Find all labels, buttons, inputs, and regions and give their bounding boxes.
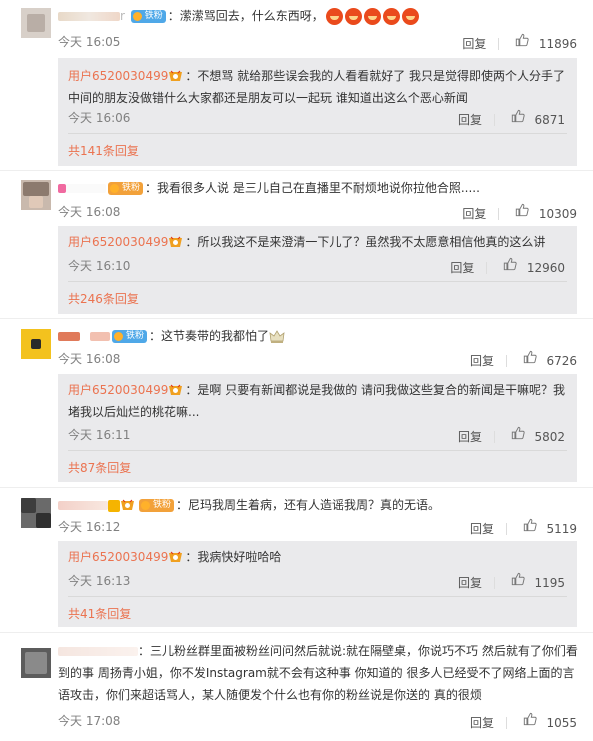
reply-time: 今天 16:13	[68, 574, 131, 588]
comment-item: r 铁粉 ：潆潆骂回去，什么东西呀， 今天 16:05 回复 11896 用户65…	[0, 0, 593, 172]
like-count: 12960	[526, 260, 565, 275]
vip-icon	[168, 236, 183, 249]
comment-time: 今天 16:05	[58, 35, 121, 49]
divider	[68, 281, 567, 282]
divider	[0, 632, 593, 633]
reply-button[interactable]: 回复	[458, 574, 482, 591]
username-blurred[interactable]	[58, 332, 80, 341]
vip-icon	[168, 70, 183, 83]
reply-username[interactable]: 用户6520030499	[68, 383, 168, 397]
reply-time: 今天 16:06	[68, 111, 131, 125]
angry-emoji-icon	[401, 8, 419, 25]
like-count: 5119	[546, 521, 577, 536]
avatar[interactable]	[21, 498, 51, 528]
comment-text: 这节奏带的我都怕了	[161, 329, 270, 343]
like-icon[interactable]	[523, 350, 537, 364]
divider	[68, 450, 567, 451]
reply-button[interactable]: 回复	[470, 352, 494, 369]
username-blurred[interactable]	[58, 184, 66, 193]
comment-item: 铁粉 ：尼玛我周生着病，还有人造谣我周？真的无语。 今天 16:12 回复 511…	[0, 489, 593, 631]
avatar[interactable]	[21, 180, 51, 210]
reply-username[interactable]: 用户6520030499	[68, 69, 168, 83]
reply-box: 用户6520030499 ：所以我这不是来澄清一下儿了？虽然我不太愿意相信他真的这…	[58, 226, 577, 314]
like-icon[interactable]	[511, 572, 525, 586]
like-icon[interactable]	[515, 203, 529, 217]
comment-time: 今天 17:08	[58, 714, 121, 728]
like-icon[interactable]	[511, 109, 525, 123]
angry-emoji-icon	[325, 8, 343, 25]
divider	[68, 133, 567, 134]
more-replies-link[interactable]: 共246条回复	[68, 290, 139, 307]
more-replies-link[interactable]: 共41条回复	[68, 605, 131, 622]
vip-icon	[168, 384, 183, 397]
angry-emoji-icon	[344, 8, 362, 25]
avatar[interactable]	[21, 8, 51, 38]
crown-emoji-icon	[269, 329, 285, 343]
username-partial[interactable]: r	[120, 9, 125, 23]
like-count: 1195	[534, 575, 565, 590]
vip-icon	[120, 499, 135, 512]
divider	[0, 487, 593, 488]
divider	[0, 170, 593, 171]
more-replies-link[interactable]: 共87条回复	[68, 459, 131, 476]
more-replies-link[interactable]: 共141条回复	[68, 142, 139, 159]
comment-text: 尼玛我周生着病，还有人造谣我周？真的无语。	[188, 498, 441, 512]
username-blurred[interactable]	[58, 501, 108, 510]
fan-badge: 铁粉	[139, 499, 175, 512]
reply-box: 用户6520030499 ：不想骂 就给那些误会我的人看看就好了 我只是觉得即使两…	[58, 58, 577, 166]
reply-time: 今天 16:10	[68, 259, 131, 273]
divider	[68, 596, 567, 597]
reply-button[interactable]: 回复	[458, 428, 482, 445]
like-icon[interactable]	[523, 712, 537, 726]
like-icon[interactable]	[511, 426, 525, 440]
fan-badge: 铁粉	[108, 182, 144, 195]
reply-button[interactable]: 回复	[458, 111, 482, 128]
comment-text: 我看很多人说 是三儿自己在直播里不耐烦地说你拉他合照.....	[157, 181, 480, 195]
reply-button[interactable]: 回复	[470, 714, 494, 731]
vip-icon	[168, 551, 183, 564]
reply-box: 用户6520030499 ：是啊 只要有新闻都说是我做的 请问我做这些复合的新闻是…	[58, 374, 577, 482]
like-count: 6871	[534, 112, 565, 127]
reply-box: 用户6520030499 ：我病快好啦哈哈 今天 16:13 回复 1195 共4…	[58, 541, 577, 627]
reply-text: 所以我这不是来澄清一下儿了？虽然我不太愿意相信他真的这么讲	[197, 235, 546, 249]
username-blurred[interactable]	[58, 12, 120, 21]
angry-emoji-icon	[363, 8, 381, 25]
reply-username[interactable]: 用户6520030499	[68, 235, 168, 249]
divider	[0, 318, 593, 319]
like-count: 10309	[538, 206, 577, 221]
angry-emoji-icon	[382, 8, 400, 25]
reply-username[interactable]: 用户6520030499	[68, 550, 168, 564]
avatar[interactable]	[21, 329, 51, 359]
reply-text: 我病快好啦哈哈	[197, 550, 282, 564]
like-count: 1055	[546, 715, 577, 730]
fan-badge: 铁粉	[112, 330, 148, 343]
like-count: 11896	[538, 36, 577, 51]
comment-item: ：三儿粉丝群里面被粉丝问问然后就说:就在隔壁桌，你说巧不巧 然后就有了你们看到的…	[0, 634, 593, 741]
reply-button[interactable]: 回复	[470, 520, 494, 537]
fan-badge: 铁粉	[130, 10, 166, 23]
like-count: 6726	[546, 353, 577, 368]
like-icon[interactable]	[523, 518, 537, 532]
like-icon[interactable]	[503, 257, 517, 271]
comment-time: 今天 16:08	[58, 205, 121, 219]
comment-time: 今天 16:08	[58, 352, 121, 366]
reply-button[interactable]: 回复	[450, 259, 474, 276]
like-count: 5802	[534, 429, 565, 444]
reply-button[interactable]: 回复	[462, 35, 486, 52]
comment-text: 潆潆骂回去，什么东西呀，	[179, 9, 324, 23]
comment-item: 铁粉 ：这节奏带的我都怕了 今天 16:08 回复 6726 用户65200304…	[0, 320, 593, 486]
avatar[interactable]	[21, 648, 51, 678]
comment-item: 铁粉 ：我看很多人说 是三儿自己在直播里不耐烦地说你拉他合照..... 今天 16…	[0, 172, 593, 318]
reply-button[interactable]: 回复	[462, 205, 486, 222]
username-blurred[interactable]	[58, 647, 138, 656]
reply-time: 今天 16:11	[68, 428, 131, 442]
comment-time: 今天 16:12	[58, 520, 121, 534]
like-icon[interactable]	[515, 33, 529, 47]
